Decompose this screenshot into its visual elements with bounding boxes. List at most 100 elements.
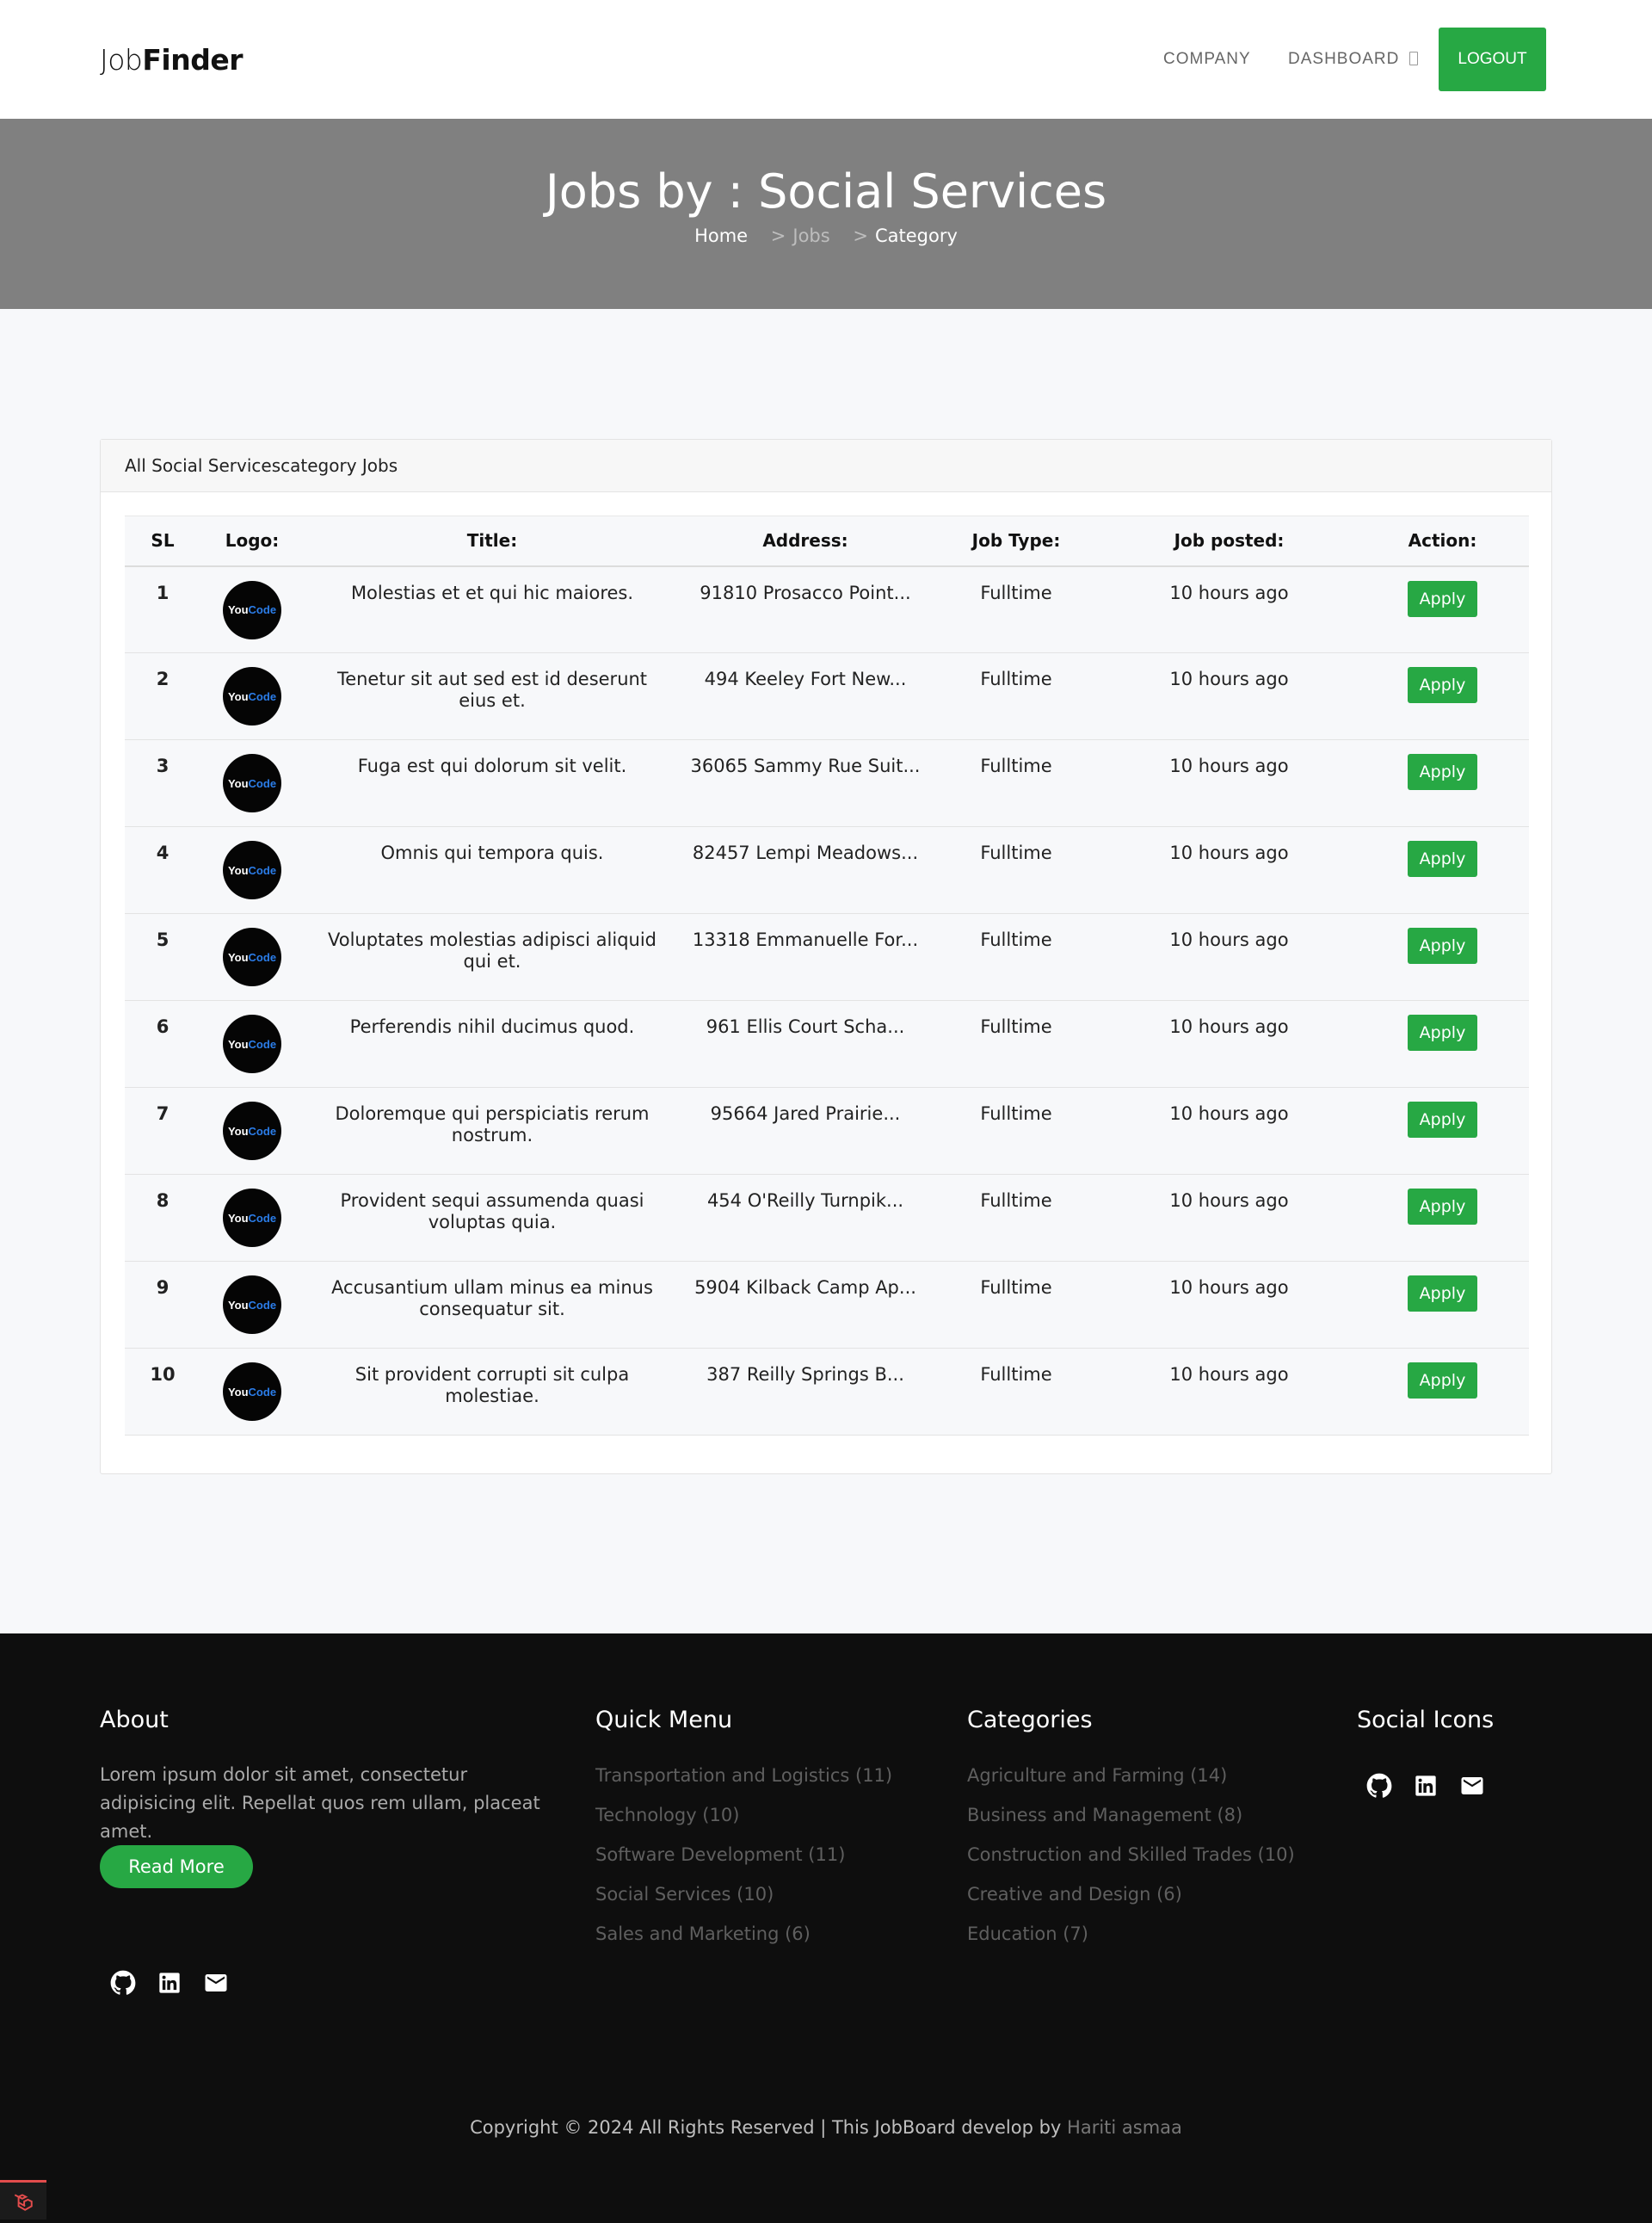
breadcrumb-jobs[interactable]: Jobs [792, 225, 829, 246]
apply-button[interactable]: Apply [1407, 1189, 1478, 1225]
read-more-button[interactable]: Read More [100, 1845, 253, 1888]
table-row: 1 You Code Molestias et et qui hic maiores.… [125, 565, 1529, 653]
row-title-cell: Doloremque qui perspiciatis rerum nostru… [304, 1088, 681, 1175]
category-item[interactable]: Agriculture and Farming (14) [967, 1763, 1295, 1802]
breadcrumb-home[interactable]: Home [694, 225, 748, 246]
row-title-cell: Molestias et et qui hic maiores. [304, 566, 681, 653]
job-title[interactable]: Doloremque qui perspiciatis rerum nostru… [324, 1103, 660, 1146]
row-logo-cell: You Code [200, 1001, 304, 1088]
category-item[interactable]: Education (7) [967, 1921, 1295, 1961]
apply-button[interactable]: Apply [1407, 667, 1478, 703]
logo-text-you: You [227, 603, 249, 616]
quick-menu-item[interactable]: Transportation and Logistics (11) [595, 1763, 892, 1802]
company-logo: You Code [223, 580, 281, 639]
row-job-posted: 10 hours ago [1169, 1364, 1289, 1385]
company-logo: You Code [223, 667, 281, 726]
footer-about-text: Lorem ipsum dolor sit amet, consectetur … [100, 1764, 540, 1842]
nav-company-link[interactable]: COMPANY [1163, 50, 1251, 69]
job-title[interactable]: Tenetur sit aut sed est id deserunt eius… [324, 669, 660, 712]
author-link[interactable]: Hariti asmaa [1067, 2117, 1182, 2138]
row-address: 91810 Prosacco Point... [700, 582, 911, 603]
category-item[interactable]: Creative and Design (6) [967, 1881, 1295, 1921]
company-logo: You Code [223, 1362, 281, 1421]
row-logo-cell: You Code [200, 1349, 304, 1436]
company-logo: You Code [223, 1275, 281, 1334]
table-row: 7 You Code Doloremque qui perspiciatis reru… [125, 1087, 1529, 1175]
apply-button[interactable]: Apply [1407, 841, 1478, 877]
row-title-cell: Tenetur sit aut sed est id deserunt eius… [304, 653, 681, 740]
col-action: Action: [1408, 530, 1477, 552]
row-job-type: Fulltime [980, 756, 1052, 776]
job-title[interactable]: Voluptates molestias adipisci aliquid qu… [324, 929, 660, 973]
job-title[interactable]: Accusantium ullam minus ea minus consequ… [324, 1277, 660, 1320]
page-hero: Jobs by : Social Services Home > Jobs > Ca… [0, 119, 1652, 309]
job-title[interactable]: Sit provident corrupti sit culpa molesti… [324, 1364, 660, 1407]
row-job-posted: 10 hours ago [1169, 669, 1289, 689]
logo-text-code: Code [248, 1124, 277, 1138]
apply-button[interactable]: Apply [1407, 1102, 1478, 1138]
footer-social-heading: Social Icons [1357, 1707, 1495, 1733]
quick-menu-item[interactable]: Software Development (11) [595, 1842, 892, 1881]
apply-button[interactable]: Apply [1407, 1362, 1478, 1399]
github-icon[interactable] [1365, 1772, 1393, 1800]
row-sl: 6 [156, 1016, 170, 1037]
category-item[interactable]: Business and Management (8) [967, 1802, 1295, 1842]
logo-text-code: Code [248, 603, 277, 616]
row-action-cell: Apply [1356, 1262, 1529, 1349]
row-logo-cell: You Code [200, 566, 304, 653]
row-action-cell: Apply [1356, 914, 1529, 1001]
row-sl: 1 [156, 582, 170, 603]
footer-categories-heading: Categories [967, 1707, 1093, 1733]
job-title[interactable]: Molestias et et qui hic maiores. [324, 583, 660, 604]
row-job-posted: 10 hours ago [1169, 1277, 1289, 1298]
apply-button[interactable]: Apply [1407, 580, 1478, 617]
logo-text-code: Code [248, 1298, 277, 1312]
mail-icon[interactable] [202, 1969, 230, 1997]
apply-button[interactable]: Apply [1407, 928, 1478, 964]
job-title[interactable]: Omnis qui tempora quis. [324, 843, 660, 864]
row-job-type: Fulltime [980, 669, 1052, 689]
jobs-card: All Social Servicescategory Jobs SL Logo… [100, 439, 1552, 1474]
nav-dashboard-dropdown[interactable]: DASHBOARD [1288, 50, 1419, 69]
logo-text-code: Code [248, 776, 277, 790]
col-job-posted: Job posted: [1174, 530, 1285, 552]
card-header: All Social Servicescategory Jobs [101, 440, 1551, 492]
logo-text-you: You [227, 776, 249, 790]
logo-text-code: Code [248, 1037, 277, 1051]
logout-button[interactable]: LOGOUT [1439, 28, 1546, 91]
laravel-debug-icon[interactable] [0, 2180, 46, 2220]
quick-menu-item[interactable]: Social Services (10) [595, 1881, 892, 1921]
job-title[interactable]: Provident sequi assumenda quasi voluptas… [324, 1190, 660, 1233]
row-title-cell: Voluptates molestias adipisci aliquid qu… [304, 914, 681, 1001]
quick-menu-item[interactable]: Technology (10) [595, 1802, 892, 1842]
row-job-type: Fulltime [980, 1277, 1052, 1298]
row-action-cell: Apply [1356, 566, 1529, 653]
row-job-posted: 10 hours ago [1169, 756, 1289, 776]
row-title-cell: Accusantium ullam minus ea minus consequ… [304, 1262, 681, 1349]
row-action-cell: Apply [1356, 740, 1529, 827]
category-item[interactable]: Construction and Skilled Trades (10) [967, 1842, 1295, 1881]
logo-text-code: Code [248, 950, 277, 964]
company-logo: You Code [223, 1015, 281, 1073]
quick-menu-item[interactable]: Sales and Marketing (6) [595, 1921, 892, 1961]
row-job-posted: 10 hours ago [1169, 843, 1289, 863]
row-sl: 10 [150, 1364, 176, 1385]
company-logo: You Code [223, 1102, 281, 1160]
col-address: Address: [762, 530, 848, 552]
linkedin-icon[interactable] [156, 1969, 183, 1997]
table-header-row: SL Logo: Title: Address: Job Type: Job p… [125, 516, 1529, 566]
col-sl: SL [151, 530, 175, 552]
mail-icon[interactable] [1458, 1772, 1486, 1800]
apply-button[interactable]: Apply [1407, 754, 1478, 790]
apply-button[interactable]: Apply [1407, 1275, 1478, 1312]
row-action-cell: Apply [1356, 1349, 1529, 1436]
job-title[interactable]: Perferendis nihil ducimus quod. [324, 1016, 660, 1038]
job-title[interactable]: Fuga est qui dolorum sit velit. [324, 756, 660, 777]
brand-logo[interactable]: JobFinder [100, 43, 243, 77]
github-icon[interactable] [109, 1969, 137, 1997]
table-row: 4 You Code Omnis qui tempora quis. 82457 Lem… [125, 826, 1529, 914]
row-action-cell: Apply [1356, 1088, 1529, 1175]
apply-button[interactable]: Apply [1407, 1015, 1478, 1051]
row-title-cell: Fuga est qui dolorum sit velit. [304, 740, 681, 827]
linkedin-icon[interactable] [1412, 1772, 1439, 1800]
